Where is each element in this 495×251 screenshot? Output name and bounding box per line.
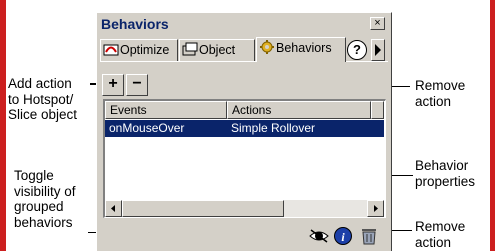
chevron-right-icon <box>375 44 381 56</box>
screenshot-frame: Add action to Hotspot/ Slice object Remo… <box>0 0 495 251</box>
callout-behavior-properties: Behavior properties <box>415 158 476 189</box>
behaviors-list[interactable]: Events Actions onMouseOver Simple Rollov… <box>103 99 386 218</box>
remove-action-button[interactable]: − <box>126 74 148 96</box>
behaviors-panel: Behaviors × Optimize Object Behaviors ? … <box>96 12 392 251</box>
help-icon[interactable]: ? <box>347 40 367 60</box>
behaviors-icon <box>260 40 274 54</box>
table-row[interactable]: onMouseOver Simple Rollover <box>105 120 384 137</box>
tab-object[interactable]: Object <box>179 39 255 61</box>
callout-add-action: Add action to Hotspot/ Slice object <box>8 76 78 122</box>
tab-behaviors[interactable]: Behaviors <box>256 37 346 62</box>
tab-optimize[interactable]: Optimize <box>100 39 178 61</box>
panel-titlebar[interactable]: Behaviors × <box>99 15 389 33</box>
scroll-thumb[interactable] <box>122 200 284 217</box>
callout-remove-action-top: Remove action <box>415 78 466 109</box>
scroll-left-button[interactable] <box>105 200 122 217</box>
add-action-button[interactable]: + <box>102 74 124 96</box>
tab-behaviors-label: Behaviors <box>276 41 332 55</box>
object-icon <box>182 42 198 56</box>
row-event: onMouseOver <box>109 121 185 135</box>
tab-optimize-label: Optimize <box>120 43 170 57</box>
optimize-icon <box>103 44 119 56</box>
column-actions[interactable]: Actions <box>227 101 371 119</box>
scroll-right-icon <box>374 205 378 212</box>
trash-icon[interactable] <box>359 226 379 246</box>
callout-toggle-visibility: Toggle visibility of grouped behaviors <box>14 168 76 230</box>
list-header: Events Actions <box>105 101 385 119</box>
info-icon[interactable]: i <box>333 226 353 246</box>
scroll-left-icon <box>111 205 115 212</box>
row-action: Simple Rollover <box>231 121 316 135</box>
tab-object-label: Object <box>199 43 236 57</box>
column-events[interactable]: Events <box>105 101 227 119</box>
tab-scroll-right-button[interactable] <box>371 39 385 61</box>
column-filler <box>371 101 384 119</box>
scroll-right-button[interactable] <box>367 200 384 217</box>
horizontal-scrollbar[interactable] <box>105 200 384 217</box>
panel-title: Behaviors <box>101 16 169 32</box>
callout-remove-action-bottom: Remove action <box>415 219 466 250</box>
eye-icon[interactable] <box>309 226 329 246</box>
close-button[interactable]: × <box>370 17 385 30</box>
